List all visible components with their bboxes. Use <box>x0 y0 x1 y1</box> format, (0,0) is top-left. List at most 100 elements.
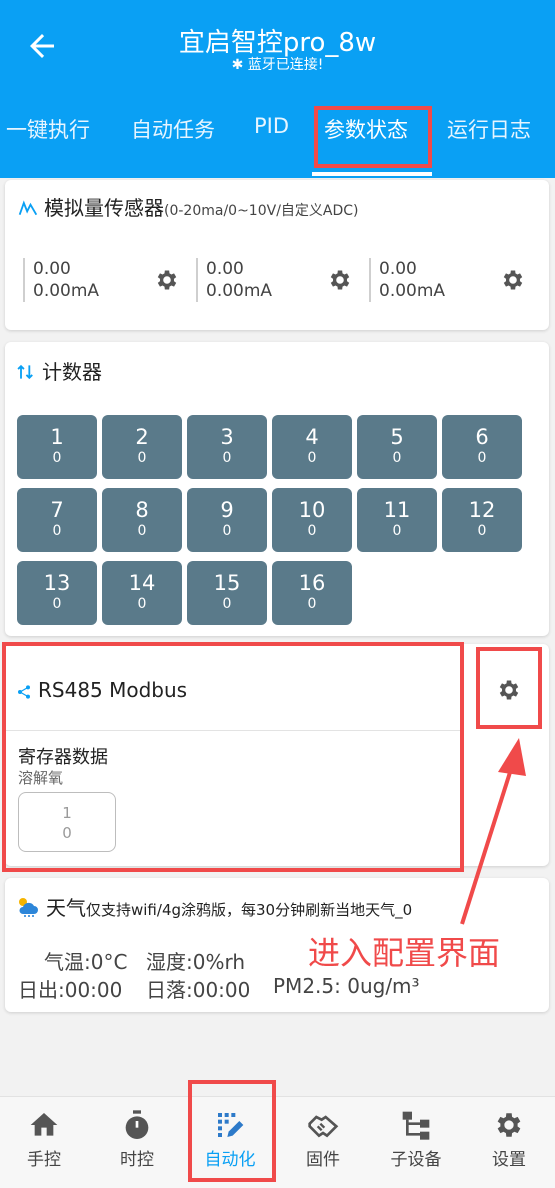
nav-label: 设置 <box>492 1150 526 1170</box>
app-header: 宜启智控pro_8w ✱ 蓝牙已连接! 一键执行 自动任务 PID 参数状态 运… <box>0 0 555 178</box>
weather-title: 天气仅支持wifi/4g涂鸦版，每30分钟刷新当地天气_0 <box>16 892 412 921</box>
weather-sunrise: 日出:00:00 <box>18 978 123 1002</box>
nav-firmware[interactable]: 固件 <box>283 1109 363 1170</box>
counter-number: 11 <box>383 498 411 522</box>
stopwatch-icon <box>125 1110 149 1139</box>
counter-value: 0 <box>477 523 487 539</box>
counter-number: 6 <box>475 425 489 449</box>
tab-auto-task[interactable]: 自动任务 <box>131 114 215 144</box>
counter-number: 2 <box>135 425 149 449</box>
counter-value: 0 <box>477 450 487 466</box>
counter-tile[interactable]: 20 <box>102 415 182 479</box>
nav-label: 子设备 <box>390 1150 442 1170</box>
tab-pid[interactable]: PID <box>254 114 289 138</box>
counter-tile[interactable]: 90 <box>187 488 267 552</box>
counter-tile[interactable]: 10 <box>17 415 97 479</box>
counter-tile[interactable]: 13 0 <box>17 561 97 625</box>
counter-tile[interactable]: 14 0 <box>102 561 182 625</box>
counter-number: 13 <box>43 571 71 595</box>
tab-run-log[interactable]: 运行日志 <box>447 114 531 144</box>
counter-tile[interactable]: 80 <box>102 488 182 552</box>
counter-number: 14 <box>128 571 156 595</box>
nav-manual[interactable]: 手控 <box>4 1109 84 1170</box>
gear-icon[interactable] <box>500 267 526 293</box>
counter-tile[interactable]: 30 <box>187 415 267 479</box>
analog-sensor-title: 模拟量传感器(0-20ma/0~10V/自定义ADC) <box>18 192 359 221</box>
highlight-box-tab <box>314 106 432 168</box>
weather-title-text: 天气 <box>46 896 86 920</box>
nav-timer[interactable]: 时控 <box>97 1109 177 1170</box>
counter-number: 10 <box>298 498 326 522</box>
active-tab-indicator <box>312 172 432 176</box>
counter-value: 0 <box>137 450 147 466</box>
counter-value: 0 <box>222 523 232 539</box>
counter-tile[interactable]: 12 0 <box>442 488 522 552</box>
counter-tile[interactable]: 70 <box>17 488 97 552</box>
weather-pm25: PM2.5: 0ug/m³ <box>273 974 420 998</box>
counter-tile[interactable]: 50 <box>357 415 437 479</box>
counter-value: 0 <box>392 450 402 466</box>
tab-one-click[interactable]: 一键执行 <box>6 114 90 144</box>
nav-label: 固件 <box>306 1150 340 1170</box>
counter-tile[interactable]: 10 0 <box>272 488 352 552</box>
analog-current: 0.00mA <box>206 281 273 301</box>
nav-label: 手控 <box>27 1150 61 1170</box>
counter-value: 0 <box>52 450 62 466</box>
sort-arrows-icon <box>17 364 33 380</box>
home-icon <box>30 1113 58 1136</box>
analog-channel-2: 0.00 0.00mA <box>196 258 272 302</box>
counter-number: 8 <box>135 498 149 522</box>
counter-number: 4 <box>305 425 319 449</box>
counter-value: 0 <box>52 523 62 539</box>
gear-icon[interactable] <box>327 267 353 293</box>
counter-value: 0 <box>307 596 317 612</box>
gear-icon <box>497 1113 521 1137</box>
counter-number: 12 <box>468 498 496 522</box>
highlight-box-nav <box>188 1080 276 1182</box>
sitemap-icon <box>402 1111 430 1140</box>
nav-label: 时控 <box>120 1150 154 1170</box>
gear-icon[interactable] <box>154 267 180 293</box>
counter-value: 0 <box>137 596 147 612</box>
signal-wave-icon <box>18 200 38 216</box>
highlight-box-modbus <box>2 642 464 872</box>
counter-tile[interactable]: 40 <box>272 415 352 479</box>
counter-number: 7 <box>50 498 64 522</box>
analog-current: 0.00mA <box>379 281 446 301</box>
analog-channel-1: 0.00 0.00mA <box>23 258 99 302</box>
counter-value: 0 <box>222 450 232 466</box>
counter-number: 5 <box>390 425 404 449</box>
counter-value: 0 <box>392 523 402 539</box>
counter-number: 3 <box>220 425 234 449</box>
weather-sunset: 日落:00:00 <box>146 978 251 1002</box>
counter-number: 1 <box>50 425 64 449</box>
connection-status: ✱ 蓝牙已连接! <box>231 57 324 73</box>
counter-value: 0 <box>137 523 147 539</box>
analog-current: 0.00mA <box>33 281 100 301</box>
analog-subtitle: (0-20ma/0~10V/自定义ADC) <box>164 203 359 219</box>
nav-subdevice[interactable]: 子设备 <box>376 1109 456 1170</box>
counter-value: 0 <box>222 596 232 612</box>
counter-value: 0 <box>307 523 317 539</box>
tab-bar: 一键执行 自动任务 PID 参数状态 运行日志 <box>0 100 555 164</box>
weather-humidity: 湿度:0%rh <box>146 950 246 974</box>
counter-tile[interactable]: 60 <box>442 415 522 479</box>
counter-number: 9 <box>220 498 234 522</box>
analog-value: 0.00 <box>33 259 71 279</box>
nav-settings[interactable]: 设置 <box>469 1109 549 1170</box>
counter-number: 16 <box>298 571 326 595</box>
counter-value: 0 <box>307 450 317 466</box>
handshake-icon <box>308 1115 339 1138</box>
counter-tile[interactable]: 15 0 <box>187 561 267 625</box>
counter-tile[interactable]: 11 0 <box>357 488 437 552</box>
counter-title-text: 计数器 <box>42 360 102 384</box>
weather-cloud-icon <box>19 898 38 917</box>
counter-number: 15 <box>213 571 241 595</box>
counter-tile[interactable]: 16 0 <box>272 561 352 625</box>
analog-channel-3: 0.00 0.00mA <box>369 258 445 302</box>
weather-temp: 气温:0°C <box>44 950 128 974</box>
analog-title-text: 模拟量传感器 <box>44 196 164 220</box>
analog-value: 0.00 <box>206 259 244 279</box>
highlight-box-gear <box>476 647 542 729</box>
annotation-text: 进入配置界面 <box>308 934 501 972</box>
